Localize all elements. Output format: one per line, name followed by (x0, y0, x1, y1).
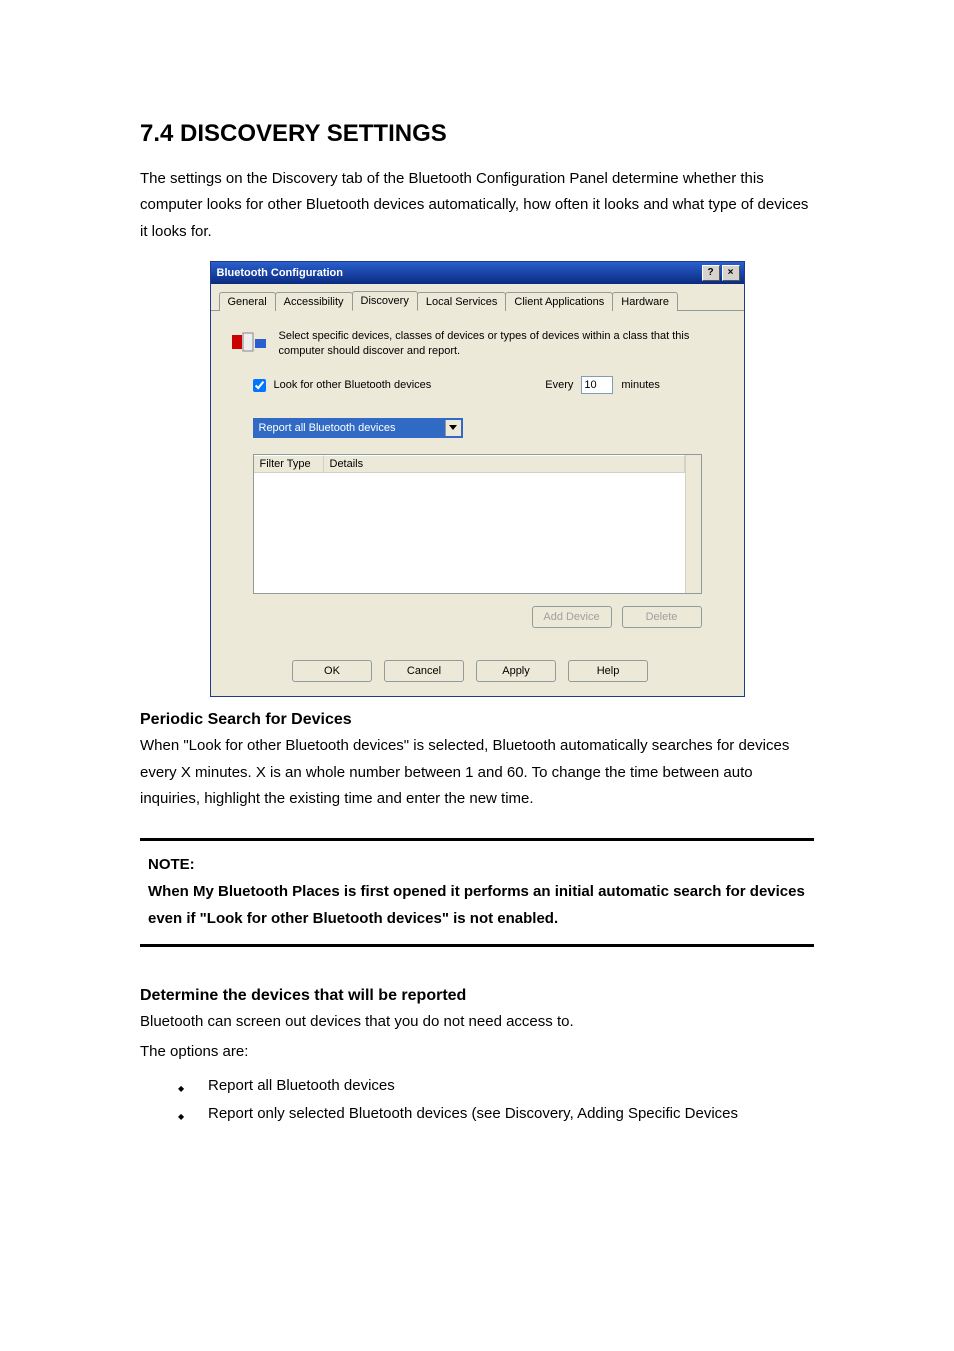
filter-list: Filter Type Details (253, 454, 702, 594)
filter-body[interactable] (254, 473, 685, 593)
window-titlebar: Bluetooth Configuration ? × (211, 262, 744, 284)
description-row: Select specific devices, classes of devi… (231, 329, 724, 359)
determine-p1: Bluetooth can screen out devices that yo… (140, 1009, 814, 1035)
look-for-devices-checkbox[interactable] (253, 379, 266, 392)
note-label: NOTE: (148, 851, 806, 878)
dialog-buttons: OK Cancel Apply Help (211, 648, 744, 696)
tab-discovery[interactable]: Discovery (352, 291, 418, 311)
devices-icon (231, 329, 267, 357)
filter-scrollbar[interactable] (685, 455, 701, 593)
intro-paragraph: The settings on the Discovery tab of the… (140, 166, 814, 245)
chevron-down-icon[interactable] (445, 420, 461, 436)
tab-hardware[interactable]: Hardware (612, 292, 678, 311)
window-title: Bluetooth Configuration (217, 267, 700, 279)
interval-input[interactable] (581, 376, 613, 394)
report-dropdown-value: Report all Bluetooth devices (255, 420, 445, 436)
col-details[interactable]: Details (324, 455, 685, 473)
every-label: Every (545, 379, 573, 391)
close-titlebar-button[interactable]: × (722, 265, 740, 281)
help-button[interactable]: Help (568, 660, 648, 682)
filter-header: Filter Type Details (254, 455, 685, 473)
ok-button[interactable]: OK (292, 660, 372, 682)
tab-strip: General Accessibility Discovery Local Se… (211, 284, 744, 311)
help-titlebar-button[interactable]: ? (702, 265, 720, 281)
minutes-label: minutes (621, 379, 660, 391)
filter-actions: Add Device Delete (231, 606, 724, 634)
cancel-button[interactable]: Cancel (384, 660, 464, 682)
apply-button[interactable]: Apply (476, 660, 556, 682)
tab-accessibility[interactable]: Accessibility (275, 292, 353, 311)
look-for-devices-row: Look for other Bluetooth devices Every m… (253, 376, 724, 394)
tab-panel-discovery: Select specific devices, classes of devi… (211, 311, 744, 649)
report-combo: Report all Bluetooth devices (253, 418, 724, 438)
col-filter-type[interactable]: Filter Type (254, 455, 324, 473)
description-text: Select specific devices, classes of devi… (279, 329, 724, 359)
note-box: NOTE: When My Bluetooth Places is first … (140, 838, 814, 947)
bluetooth-config-dialog: Bluetooth Configuration ? × General Acce… (210, 261, 745, 698)
tab-local-services[interactable]: Local Services (417, 292, 507, 311)
delete-button: Delete (622, 606, 702, 628)
add-device-button: Add Device (532, 606, 612, 628)
determine-p2: The options are: (140, 1039, 814, 1065)
report-dropdown[interactable]: Report all Bluetooth devices (253, 418, 463, 438)
periodic-body: When "Look for other Bluetooth devices" … (140, 733, 814, 812)
determine-list: Report all Bluetooth devices Report only… (178, 1072, 814, 1129)
note-text: When My Bluetooth Places is first opened… (148, 878, 806, 932)
list-item: Report all Bluetooth devices (178, 1072, 814, 1101)
look-for-devices-label: Look for other Bluetooth devices (274, 379, 432, 391)
list-item: Report only selected Bluetooth devices (… (178, 1100, 814, 1129)
section-heading: 7.4 DISCOVERY SETTINGS (140, 120, 814, 148)
determine-heading: Determine the devices that will be repor… (140, 987, 814, 1005)
periodic-heading: Periodic Search for Devices (140, 711, 814, 729)
dialog-container: Bluetooth Configuration ? × General Acce… (140, 261, 814, 698)
tab-general[interactable]: General (219, 292, 276, 311)
tab-client-applications[interactable]: Client Applications (505, 292, 613, 311)
